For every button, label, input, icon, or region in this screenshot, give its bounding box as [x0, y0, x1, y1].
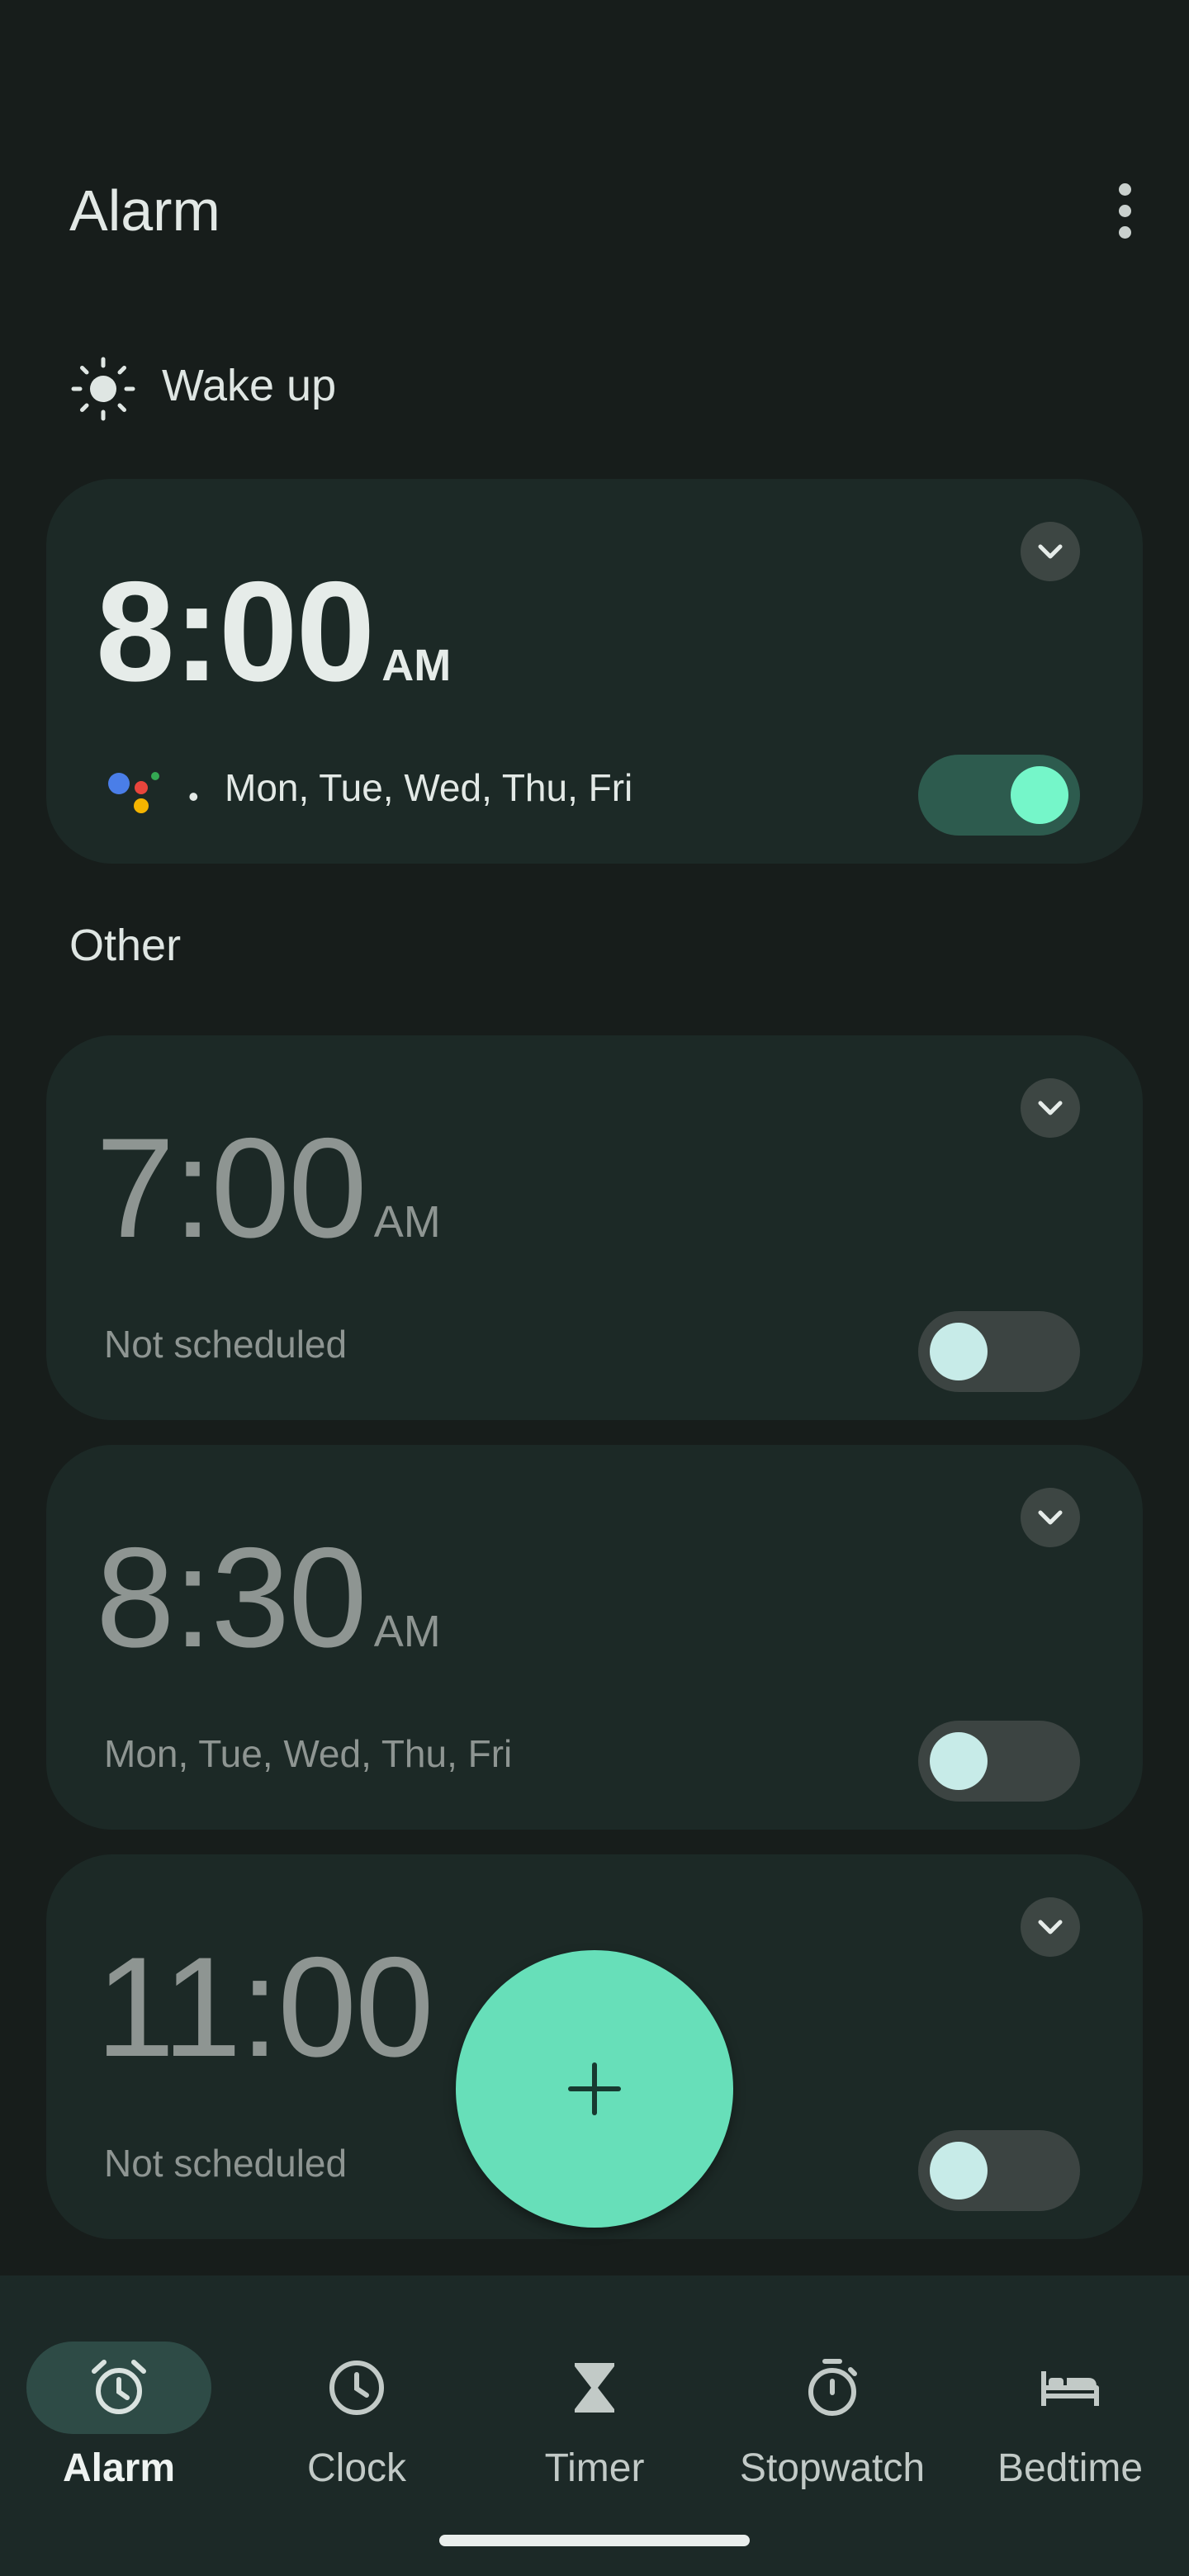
stopwatch-icon	[808, 2359, 857, 2416]
alarm-schedule: Mon, Tue, Wed, Thu, Fri	[104, 1732, 513, 1775]
chevron-down-icon	[1038, 1920, 1063, 1934]
alarm-icon	[92, 2360, 146, 2414]
alarm-time-value: 7:00	[96, 1109, 367, 1267]
hourglass-icon	[575, 2363, 614, 2413]
separator-dot: •	[188, 779, 199, 813]
alarm-ampm: AM	[373, 1607, 441, 1656]
page-title: Alarm	[69, 178, 220, 243]
alarm-card[interactable]: 7:00 AM Not scheduled	[46, 1035, 1143, 1420]
more-options-button[interactable]	[1098, 178, 1151, 244]
sun-icon	[71, 357, 135, 421]
expand-button[interactable]	[1021, 522, 1080, 581]
clock-icon	[329, 2361, 384, 2415]
add-icon	[568, 2062, 621, 2115]
alarm-schedule: Not scheduled	[104, 1323, 348, 1366]
alarm-toggle[interactable]	[918, 2130, 1080, 2211]
expand-button[interactable]	[1021, 1078, 1080, 1138]
expand-button[interactable]	[1021, 1897, 1080, 1957]
home-indicator[interactable]	[439, 2535, 750, 2546]
chevron-down-icon	[1038, 1101, 1063, 1115]
alarm-schedule: Not scheduled	[104, 2142, 348, 2185]
alarm-time[interactable]: 7:00 AM	[96, 1110, 441, 1300]
alarm-toggle[interactable]	[918, 755, 1080, 836]
alarm-ampm: AM	[381, 641, 452, 690]
nav-item-timer[interactable]: Timer	[476, 2308, 713, 2490]
nav-item-bedtime[interactable]: Bedtime	[951, 2308, 1189, 2490]
more-vert-icon	[1118, 182, 1131, 196]
expand-button[interactable]	[1021, 1488, 1080, 1547]
alarm-toggle[interactable]	[918, 1721, 1080, 1802]
bottom-navigation: Alarm Clock Timer Stopwatch Bedtime	[0, 2275, 1189, 2576]
alarm-time[interactable]: 11:00	[96, 1928, 434, 2086]
alarm-card[interactable]: 8:00 AM • Mon, Tue, Wed, Thu, Fri	[46, 479, 1143, 864]
chevron-down-icon	[1038, 1510, 1063, 1525]
nav-item-clock[interactable]: Clock	[238, 2308, 476, 2490]
alarm-card[interactable]: 8:30 AM Mon, Tue, Wed, Thu, Fri	[46, 1445, 1143, 1830]
add-alarm-button[interactable]	[456, 1950, 733, 2228]
nav-label: Timer	[544, 2446, 645, 2490]
alarm-schedule: Mon, Tue, Wed, Thu, Fri	[225, 766, 633, 809]
section-other: Other	[69, 921, 182, 970]
alarm-toggle[interactable]	[918, 1311, 1080, 1392]
nav-label: Clock	[306, 2446, 407, 2490]
alarm-time-value: 8:30	[96, 1518, 367, 1677]
alarm-time[interactable]: 8:30 AM	[96, 1519, 441, 1710]
alarm-time-value: 11:00	[96, 1928, 434, 2086]
alarm-time[interactable]: 8:00 AM	[96, 553, 451, 744]
nav-label: Bedtime	[997, 2446, 1144, 2490]
chevron-down-icon	[1038, 544, 1063, 559]
section-wake-up: Wake up	[162, 361, 337, 410]
alarm-time-value: 8:00	[96, 552, 375, 711]
google-assistant-icon	[108, 772, 159, 813]
bed-icon	[1041, 2371, 1099, 2406]
nav-item-alarm[interactable]: Alarm	[0, 2308, 238, 2490]
nav-item-stopwatch[interactable]: Stopwatch	[713, 2308, 951, 2490]
alarm-ampm: AM	[373, 1197, 441, 1247]
nav-label: Stopwatch	[739, 2446, 926, 2490]
nav-label: Alarm	[62, 2446, 176, 2490]
